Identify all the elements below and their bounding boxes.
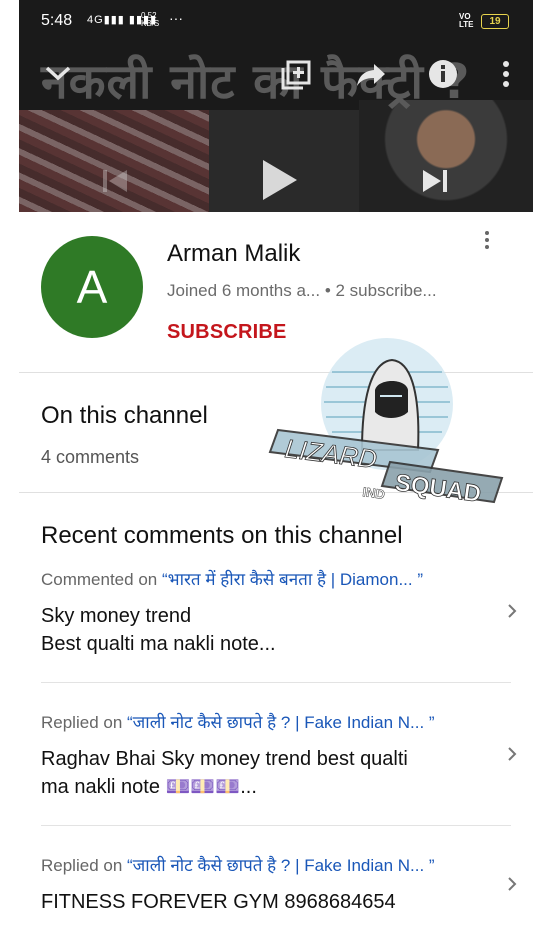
comment-video-link[interactable]: “जाली नोट कैसे छापते है ? | Fake Indian … [127, 856, 435, 875]
chevron-right-icon[interactable] [507, 876, 517, 892]
chevron-right-icon[interactable] [507, 746, 517, 762]
volte-bottom: LTE [459, 20, 474, 29]
comment-line: Raghav Bhai Sky money trend best qualti [41, 748, 408, 770]
on-channel-title: On this channel [41, 402, 208, 429]
play-icon[interactable] [261, 158, 299, 202]
channel-more-icon[interactable] [477, 228, 497, 254]
comment-line: FITNESS FOREVER GYM 8968684654 [41, 891, 396, 913]
chevron-right-icon[interactable] [507, 603, 517, 619]
video-thumbnail-left [19, 110, 209, 212]
info-icon[interactable] [428, 59, 458, 89]
comment-action: Replied on [41, 713, 123, 732]
app-frame: नकली नोट का फैक्ट्री ? 5:48 4G▮▮▮ ▮▮▮▮ 0… [19, 0, 533, 941]
previous-icon[interactable] [101, 168, 129, 194]
status-bar: 5:48 4G▮▮▮ ▮▮▮▮ 0.52 KB/S ··· VO LTE 19 [19, 0, 533, 40]
comment-action: Commented on [41, 570, 158, 589]
net-speed: 0.52 KB/S [141, 12, 159, 28]
collapse-chevron-icon[interactable] [45, 64, 71, 82]
net-speed-unit: KB/S [141, 19, 160, 28]
add-to-playlist-icon[interactable] [281, 60, 311, 90]
comment-meta: Replied on “जाली नोट कैसे छापते है ? | F… [41, 853, 511, 876]
list-item[interactable]: Commented on “भारत में हीरा कैसे बनता है… [41, 567, 511, 658]
comment-meta: Replied on “जाली नोट कैसे छापते है ? | F… [41, 710, 511, 733]
watermark-text-3: IND [362, 484, 386, 502]
watermark-logo: LIZARD SQUAD IND [262, 332, 512, 522]
share-icon[interactable] [356, 62, 386, 88]
comment-video-link[interactable]: “भारत में हीरा कैसे बनता है | Diamon... … [162, 570, 423, 589]
volte-icon: VO LTE [459, 13, 474, 29]
recent-comments-title: Recent comments on this channel [41, 522, 403, 549]
comment-text: FITNESS FOREVER GYM 8968684654 [41, 888, 511, 916]
video-thumbnail-right [359, 100, 533, 212]
channel-meta: Joined 6 months a... • 2 subscribe... [167, 281, 437, 300]
comment-count: 4 comments [41, 447, 140, 467]
comment-line: Best qualti ma nakli note... [41, 633, 276, 655]
battery-icon: 19 [481, 14, 509, 29]
video-more-icon[interactable] [502, 60, 510, 88]
avatar[interactable]: A [41, 236, 143, 338]
comment-line: ma nakli note 💷💷💷... [41, 776, 257, 798]
comment-line: Sky money trend [41, 605, 192, 627]
list-item[interactable]: Replied on “जाली नोट कैसे छापते है ? | F… [41, 710, 511, 801]
list-item[interactable]: Replied on “जाली नोट कैसे छापते है ? | F… [41, 853, 511, 916]
comment-video-link[interactable]: “जाली नोट कैसे छापते है ? | Fake Indian … [127, 713, 435, 732]
status-overflow-icon: ··· [169, 10, 183, 26]
comment-action: Replied on [41, 856, 123, 875]
next-icon[interactable] [421, 168, 449, 194]
comment-meta: Commented on “भारत में हीरा कैसे बनता है… [41, 567, 511, 590]
network-type: 4G [87, 14, 104, 26]
channel-name[interactable]: Arman Malik [167, 240, 300, 268]
video-player[interactable]: नकली नोट का फैक्ट्री ? 5:48 4G▮▮▮ ▮▮▮▮ 0… [19, 0, 533, 212]
status-time: 5:48 [41, 12, 73, 29]
video-title-overlay: नकली नोट का फैक्ट्री ? [41, 54, 471, 110]
comment-separator [41, 825, 511, 826]
comment-separator [41, 682, 511, 683]
comment-text: Sky money trend Best qualti ma nakli not… [41, 602, 511, 658]
comment-text: Raghav Bhai Sky money trend best qualti … [41, 745, 511, 801]
